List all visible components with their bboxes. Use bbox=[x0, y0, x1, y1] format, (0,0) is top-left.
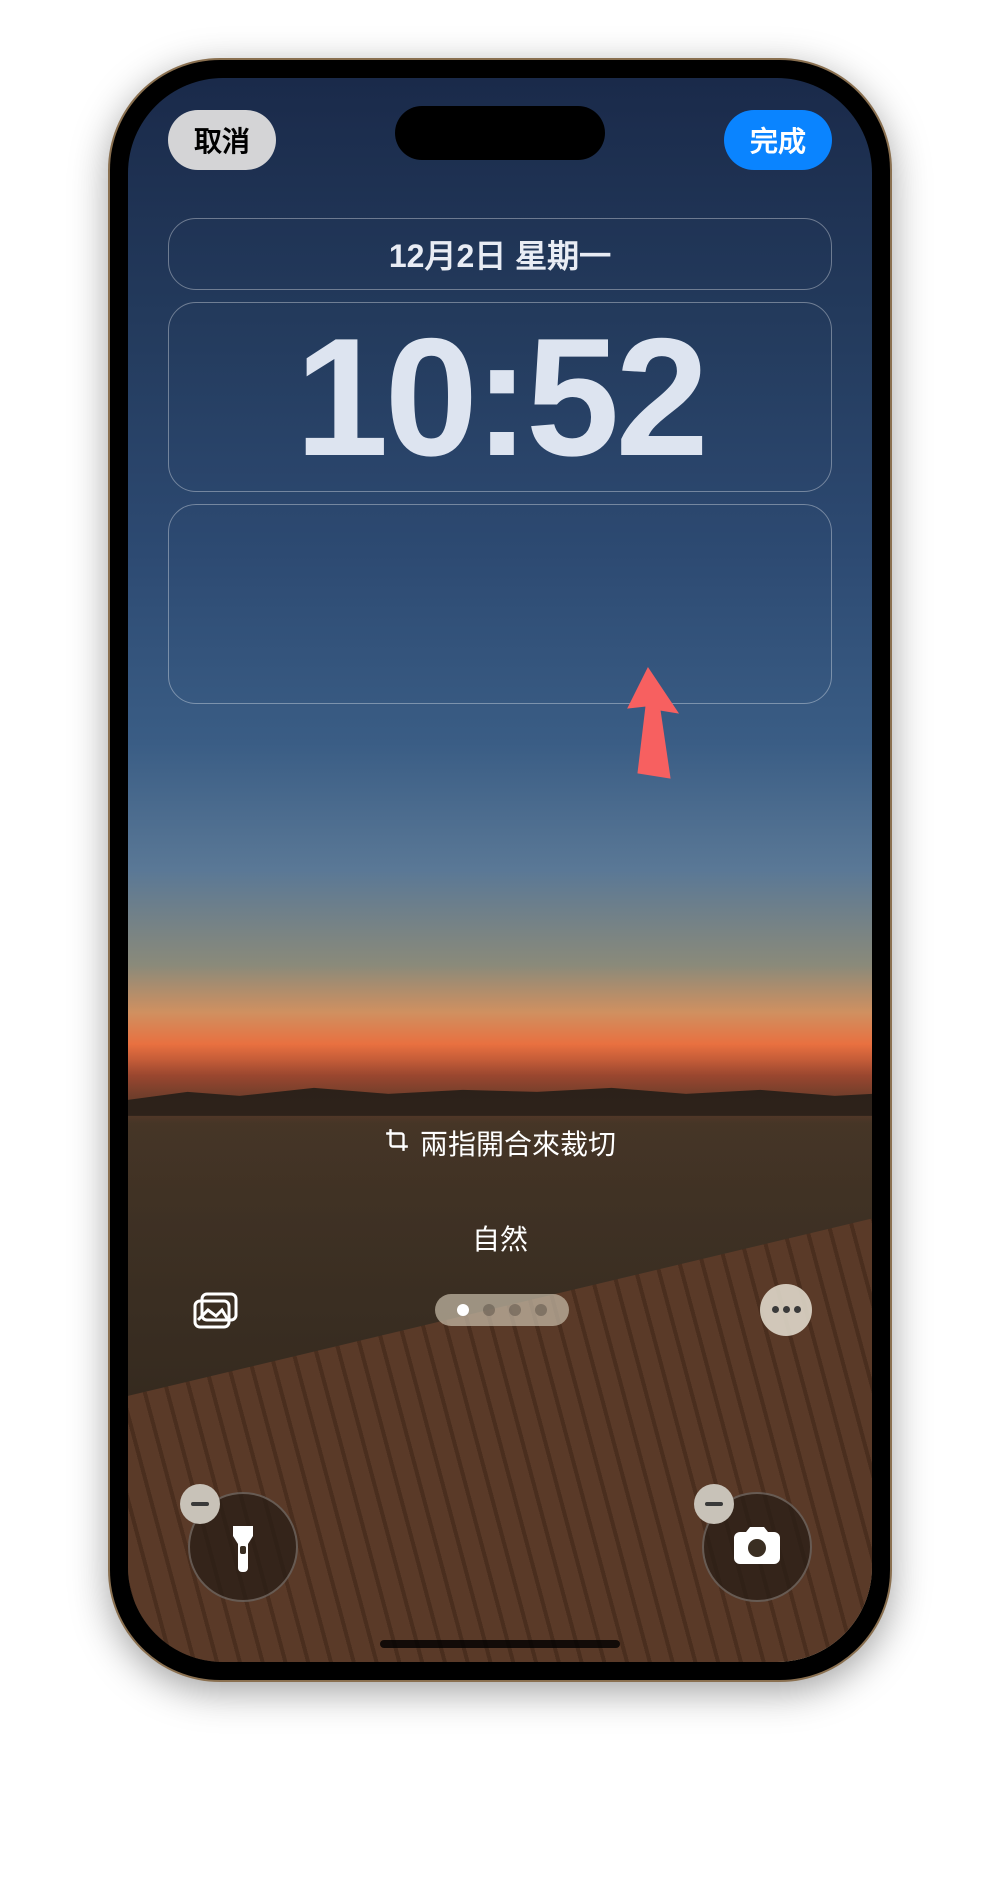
time-widget-slot[interactable]: 10:52 bbox=[168, 302, 832, 492]
page-dot bbox=[457, 1304, 469, 1316]
photos-button[interactable] bbox=[188, 1282, 244, 1338]
iphone-frame: 取消 完成 12月2日 星期一 10:52 bbox=[110, 60, 890, 1680]
widget-area: 12月2日 星期一 10:52 bbox=[168, 218, 832, 716]
time-label: 10:52 bbox=[295, 313, 705, 481]
annotation-arrow bbox=[608, 658, 698, 793]
more-icon bbox=[772, 1306, 779, 1313]
remove-badge[interactable] bbox=[180, 1484, 220, 1524]
dynamic-island bbox=[395, 106, 605, 160]
remove-badge[interactable] bbox=[694, 1484, 734, 1524]
bottom-widget-slot[interactable] bbox=[168, 504, 832, 704]
tool-row bbox=[128, 1282, 872, 1338]
cancel-button[interactable]: 取消 bbox=[168, 110, 276, 170]
more-button[interactable] bbox=[760, 1284, 812, 1336]
page-dot bbox=[535, 1304, 547, 1316]
flashlight-button[interactable] bbox=[188, 1492, 298, 1602]
bottom-shortcuts bbox=[128, 1492, 872, 1602]
screen: 取消 完成 12月2日 星期一 10:52 bbox=[128, 78, 872, 1662]
page-dot bbox=[483, 1304, 495, 1316]
page-dot bbox=[509, 1304, 521, 1316]
crop-hint-label: 兩指開合來裁切 bbox=[420, 1123, 616, 1163]
home-indicator[interactable] bbox=[380, 1640, 620, 1648]
photos-icon bbox=[192, 1290, 240, 1330]
flashlight-icon bbox=[221, 1520, 265, 1574]
page-indicator[interactable] bbox=[435, 1294, 569, 1326]
camera-button[interactable] bbox=[702, 1492, 812, 1602]
crop-icon bbox=[384, 1127, 410, 1160]
camera-icon bbox=[730, 1526, 784, 1568]
date-label: 12月2日 星期一 bbox=[389, 231, 611, 277]
crop-hint: 兩指開合來裁切 bbox=[128, 1123, 872, 1163]
date-widget-slot[interactable]: 12月2日 星期一 bbox=[168, 218, 832, 290]
done-button[interactable]: 完成 bbox=[724, 110, 832, 170]
filter-label: 自然 bbox=[128, 1218, 872, 1258]
